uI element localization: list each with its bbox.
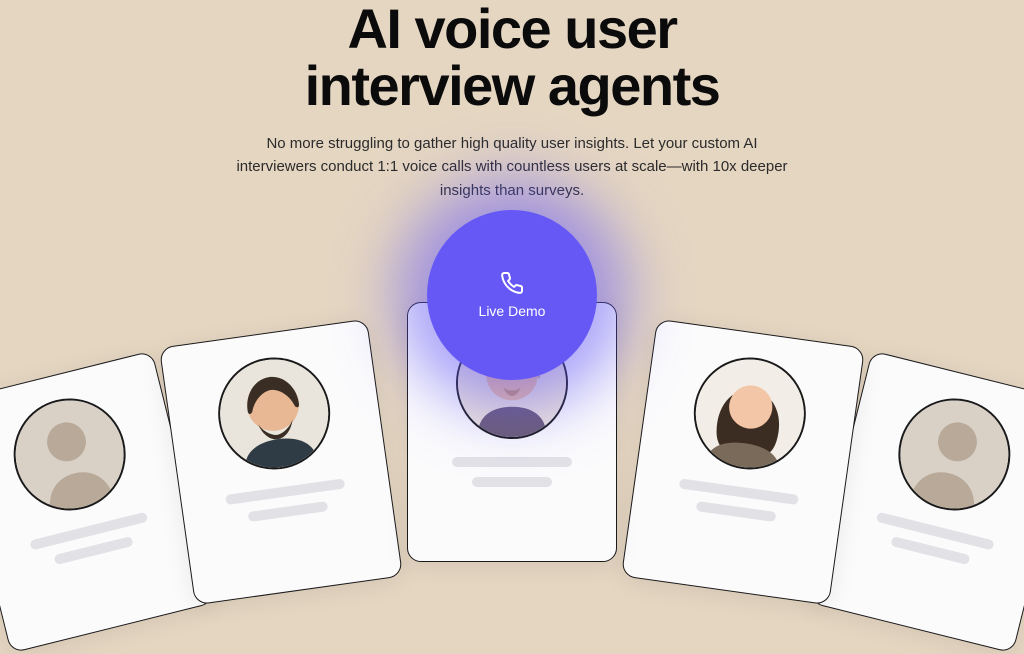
skeleton-line [679, 478, 799, 505]
page-subhead: No more struggling to gather high qualit… [232, 132, 792, 202]
live-demo-button[interactable]: Live Demo [427, 210, 597, 380]
demo-button-wrap: Live Demo [427, 210, 597, 380]
skeleton-line [472, 477, 552, 487]
avatar [2, 387, 138, 523]
headline-line-1: AI voice user [347, 0, 676, 60]
headline-line-2: interview agents [305, 54, 720, 117]
demo-button-label: Live Demo [479, 303, 546, 319]
interviewer-card [621, 319, 865, 606]
skeleton-line [452, 457, 572, 467]
avatar [211, 350, 337, 476]
hero-section: AI voice user interview agents No more s… [0, 0, 1024, 202]
interviewer-card [159, 319, 403, 606]
avatar [687, 350, 813, 476]
skeleton-line [225, 478, 345, 505]
phone-icon [500, 271, 524, 295]
avatar [886, 387, 1022, 523]
page-title: AI voice user interview agents [0, 0, 1024, 114]
